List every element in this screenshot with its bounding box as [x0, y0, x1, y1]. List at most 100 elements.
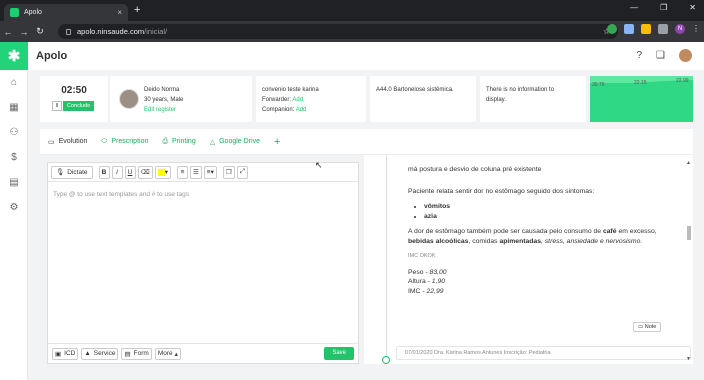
copy-icon[interactable]: ❐: [222, 165, 235, 179]
browser-tab[interactable]: Apolo ×: [4, 4, 128, 21]
profile-avatar[interactable]: N: [675, 24, 685, 34]
service-icon: ▲: [84, 350, 91, 357]
align-dropdown-icon[interactable]: ≡▾: [203, 165, 217, 179]
minimize-icon[interactable]: —: [630, 3, 638, 12]
imc-value: 22,99: [426, 287, 444, 295]
extension-box-icon[interactable]: [624, 24, 634, 34]
new-tab-button[interactable]: +: [134, 4, 140, 16]
chat-bubbles-icon[interactable]: ❏: [656, 50, 665, 61]
reload-icon[interactable]: ↻: [32, 26, 48, 37]
more-button[interactable]: More ▴: [154, 347, 181, 360]
mini-chart-label-2: 22.15: [634, 80, 647, 86]
evolution-history-panel: má postura e desvio de coluna pré existe…: [364, 155, 693, 364]
bold-button[interactable]: B: [98, 165, 110, 179]
ordered-list-icon[interactable]: ≡: [176, 165, 188, 179]
timeline-line: [386, 155, 387, 364]
diagnosis-card: A44.0 Bartonelose sistêmica.: [370, 76, 476, 122]
italic-button[interactable]: I: [111, 165, 123, 179]
insurance-name: convenio teste karina: [262, 87, 319, 93]
apolo-logo-icon[interactable]: ✱: [0, 42, 28, 70]
users-icon[interactable]: ⚇: [0, 120, 28, 145]
editor-footer: ▣ ICD ▲ Service ▤ Form More ▴ Save: [48, 343, 358, 363]
next-evolution-entry[interactable]: 07/01/2020 Dra. Karina Ramos Antunes Ins…: [396, 346, 691, 360]
fullscreen-icon[interactable]: ⤢: [236, 165, 248, 179]
companion-add-link[interactable]: Add: [296, 107, 307, 113]
tab-prescription-label: Prescription: [111, 138, 149, 145]
extensions-area: N ⋮: [607, 24, 700, 34]
coverage-info: convenio teste karina Forwarder: Add Com…: [262, 85, 319, 115]
service-button[interactable]: ▲ Service: [81, 347, 119, 360]
info-text-line2: display.: [486, 97, 506, 103]
highlight-color-button[interactable]: ▾: [154, 165, 171, 179]
pause-button[interactable]: II: [52, 101, 62, 111]
scroll-down-icon[interactable]: ▼: [686, 356, 691, 362]
editor-input[interactable]: Type @ to use text templates and # to us…: [53, 191, 189, 198]
symptom-list: vômitos azia: [424, 202, 668, 221]
patient-info: Deido Norma 30 years, Male Edit register: [144, 85, 183, 115]
timeline-dot: [382, 356, 390, 364]
form-button[interactable]: ▤ Form: [121, 347, 152, 360]
app-topbar: Apolo ? ❏: [28, 42, 704, 70]
tab-google-drive[interactable]: △ Google Drive: [210, 138, 260, 146]
note-line-1: má postura e desvio de coluna pré existe…: [408, 166, 542, 173]
dictate-button[interactable]: 🎙 Dictate: [51, 165, 93, 179]
save-button[interactable]: Save: [324, 347, 354, 360]
mini-chart-area: [590, 80, 693, 122]
extension-g-icon[interactable]: [607, 24, 617, 34]
browser-toolbar: ← → ↻ apolo.ninsaude.com /inicial/ ☆ N ⋮: [0, 21, 704, 42]
icd-button[interactable]: ▣ ICD: [52, 347, 79, 360]
restore-icon[interactable]: ❐: [660, 3, 667, 12]
scroll-up-icon[interactable]: ▲: [686, 160, 691, 166]
eraser-icon[interactable]: ⌫: [137, 165, 153, 179]
patient-age-sex: 30 years, Male: [144, 97, 184, 103]
underline-button[interactable]: U: [124, 165, 136, 179]
note-button[interactable]: ▭ Note: [633, 322, 662, 332]
close-window-icon[interactable]: ✕: [689, 3, 696, 12]
back-icon[interactable]: ←: [0, 27, 16, 37]
form-icon: ▤: [124, 350, 131, 358]
conclude-button[interactable]: Conclude: [63, 101, 95, 111]
panel-scrollbar[interactable]: ▲ ▼: [686, 160, 692, 362]
extension-cal-icon[interactable]: [641, 24, 651, 34]
forward-icon[interactable]: →: [16, 27, 32, 37]
tab-google-drive-label: Google Drive: [219, 138, 260, 145]
info-text-line1: There is no information to: [486, 87, 555, 93]
forwarder-add-link[interactable]: Add: [292, 97, 303, 103]
bullet-list-icon[interactable]: ☰: [189, 165, 202, 179]
mini-chart-label-3: 22.99: [676, 78, 689, 84]
evolution-editor: 🎙 Dictate B I U ⌫ ▾ ≡ ☰ ≡▾ ❐ ⤢ Type @ to…: [47, 162, 359, 364]
p2-text-e: , comidas: [468, 237, 500, 245]
address-bar[interactable]: apolo.ninsaude.com /inicial/ ☆: [58, 24, 618, 39]
home-icon[interactable]: ⌂: [0, 70, 28, 95]
money-icon[interactable]: $: [0, 145, 28, 170]
bag-icon[interactable]: ▤: [0, 170, 28, 195]
form-label: Form: [133, 350, 149, 357]
calendar-icon[interactable]: ▦: [0, 95, 28, 120]
tab-evolution[interactable]: ▭ Evolution: [48, 138, 87, 146]
help-icon[interactable]: ?: [636, 50, 642, 61]
note-paragraph-2: A dor de estômago também pode ser causad…: [408, 227, 668, 246]
add-tab-button[interactable]: +: [274, 136, 280, 148]
settings-gear-icon[interactable]: ⚙: [0, 195, 28, 220]
puzzle-icon[interactable]: [658, 24, 668, 34]
tab-evolution-label: Evolution: [58, 138, 88, 145]
url-path: /inicial/: [144, 27, 168, 36]
imc-mini-chart[interactable]: 30.76 22.15 22.99: [590, 76, 693, 122]
browser-tab-title: Apolo: [24, 9, 42, 16]
menu-dots-icon[interactable]: ⋮: [692, 24, 700, 34]
tab-prescription[interactable]: ⬭ Prescription: [101, 138, 148, 146]
icd-icon: ▣: [55, 350, 62, 358]
p2-text-a: A dor de estômago também pode ser causad…: [408, 228, 603, 235]
peso-value: 83,00: [429, 268, 447, 276]
dictate-label: Dictate: [67, 168, 88, 176]
p2-bold-apimentadas: apimentadas: [499, 237, 541, 245]
user-avatar[interactable]: [679, 49, 692, 62]
altura-row: Altura - 1,90: [408, 277, 668, 287]
edit-register-link[interactable]: Edit register: [144, 105, 183, 115]
tab-printing[interactable]: ⎙ Printing: [162, 138, 195, 146]
scroll-thumb[interactable]: [687, 226, 691, 240]
close-tab-icon[interactable]: ×: [117, 8, 122, 17]
microphone-icon: 🎙: [56, 169, 65, 176]
imc-label: IMC -: [408, 287, 427, 295]
note-content: má postura e desvio de coluna pré existe…: [408, 161, 668, 296]
